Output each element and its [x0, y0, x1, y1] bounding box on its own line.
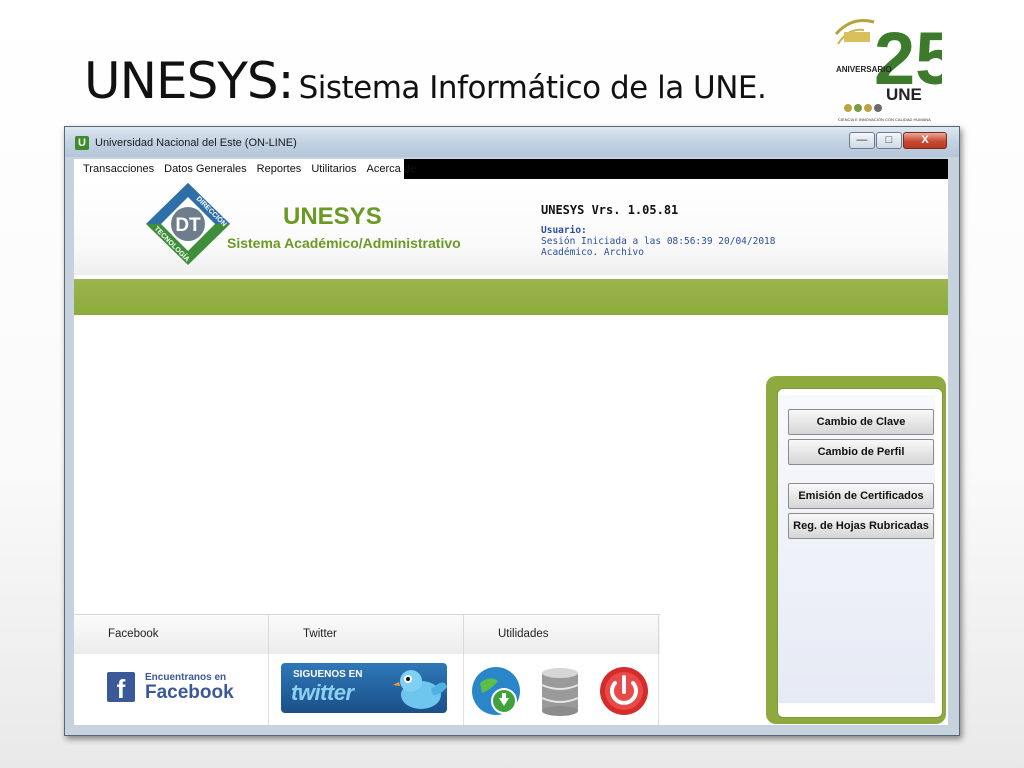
version-label: UNESYS Vrs. 1.05.81 — [541, 203, 679, 217]
slide-title-sub: Sistema Informático de la UNE. — [298, 70, 767, 106]
twitter-cell: SIGUENOS EN twitter — [269, 655, 464, 725]
utilidades-cell — [464, 655, 659, 725]
side-panel-body: Cambio de Clave Cambio de Perfil Emisión… — [778, 395, 935, 703]
minimize-button[interactable]: — — [849, 132, 875, 149]
window-titlebar[interactable]: U Universidad Nacional del Este (ON-LINE… — [65, 127, 959, 157]
side-panel-inner: Cambio de Clave Cambio de Perfil Emisión… — [777, 388, 943, 718]
bottom-panel: f Encuentranos en Facebook SIGUENOS EN t… — [74, 655, 660, 725]
reg-hojas-rubricadas-button[interactable]: Reg. de Hojas Rubricadas — [788, 513, 934, 539]
app-icon: U — [75, 136, 89, 150]
menu-item-utilitarios[interactable]: Utilitarios — [306, 163, 361, 175]
power-icon[interactable] — [598, 665, 650, 717]
facebook-big-text: Facebook — [145, 681, 234, 703]
side-panel: Cambio de Clave Cambio de Perfil Emisión… — [766, 376, 946, 724]
window-title: Universidad Nacional del Este (ON-LINE) — [95, 137, 297, 149]
user-label: Usuario: — [541, 225, 587, 236]
facebook-small-text: Encuentranos en — [145, 671, 227, 683]
twitter-banner[interactable]: SIGUENOS EN twitter — [281, 663, 447, 713]
anniversary-logo: 25 ANIVERSARIO UNE CIENCIA E INNOVACIÓN … — [834, 17, 942, 122]
brand-name: UNESYS — [283, 203, 382, 230]
twitter-small-text: SIGUENOS EN — [293, 669, 363, 680]
globe-download-icon[interactable] — [470, 665, 522, 717]
app-window: U Universidad Nacional del Este (ON-LINE… — [64, 126, 960, 736]
bottom-tabs: Facebook Twitter Utilidades — [74, 614, 660, 655]
cambio-de-perfil-button[interactable]: Cambio de Perfil — [788, 439, 934, 465]
green-band — [74, 279, 948, 315]
menu-items: Transacciones Datos Generales Reportes U… — [74, 159, 416, 179]
slide-title-main: UNESYS: — [84, 52, 294, 110]
role-text: Académico. Archivo — [541, 247, 644, 258]
menu-item-transacciones[interactable]: Transacciones — [78, 163, 159, 175]
menu-item-datos-generales[interactable]: Datos Generales — [159, 163, 252, 175]
close-button[interactable]: X — [903, 132, 947, 149]
facebook-link[interactable]: f Encuentranos en Facebook — [107, 672, 234, 702]
facebook-icon: f — [107, 672, 135, 702]
dt-initials: DT — [175, 215, 201, 236]
menu-item-acerca-de[interactable]: Acerca de — [362, 163, 422, 175]
dt-logo: DT DIRECCIÓN TECNOLOGÍA — [146, 183, 230, 265]
session-info: Usuario: Sesión Iniciada a las 08:56:39 … — [541, 225, 776, 258]
tab-twitter[interactable]: Twitter — [269, 615, 464, 655]
window-controls: — □ X — [849, 132, 947, 149]
brand-subtitle: Sistema Académico/Administrativo — [227, 235, 461, 251]
app-header: DT DIRECCIÓN TECNOLOGÍA UNESYS Sistema A… — [74, 179, 948, 275]
facebook-cell: f Encuentranos en Facebook — [74, 655, 269, 725]
anniversary-tagline: CIENCIA E INNOVACIÓN CON CALIDAD HUMANA — [838, 117, 931, 122]
twitter-big-text: twitter — [291, 680, 354, 705]
session-text: Sesión Iniciada a las 08:56:39 20/04/201… — [541, 236, 776, 247]
anniversary-label: ANIVERSARIO — [836, 65, 892, 74]
tab-utilidades[interactable]: Utilidades — [464, 615, 659, 655]
facebook-text: Encuentranos en Facebook — [145, 671, 234, 703]
database-icon[interactable] — [534, 665, 586, 717]
cambio-de-clave-button[interactable]: Cambio de Clave — [788, 409, 934, 435]
menu-item-reportes[interactable]: Reportes — [252, 163, 307, 175]
twitter-bird-icon — [393, 670, 447, 709]
client-area: DT DIRECCIÓN TECNOLOGÍA UNESYS Sistema A… — [74, 179, 948, 725]
menu-bar: Transacciones Datos Generales Reportes U… — [74, 159, 948, 179]
emision-certificados-button[interactable]: Emisión de Certificados — [788, 483, 934, 509]
maximize-button[interactable]: □ — [876, 132, 902, 149]
tab-facebook[interactable]: Facebook — [74, 615, 269, 655]
slide-title: UNESYS: Sistema Informático de la UNE. — [84, 52, 767, 110]
anniversary-org: UNE — [886, 85, 922, 104]
